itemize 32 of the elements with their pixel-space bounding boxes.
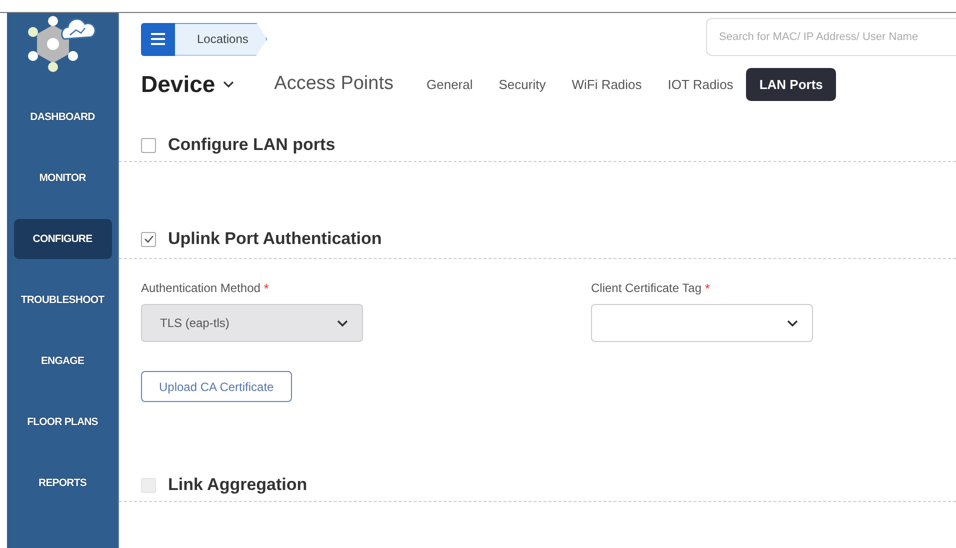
chevron-down-icon[interactable]	[223, 80, 234, 88]
search-field[interactable]: Search for MAC/ IP Address/ User Name	[706, 18, 956, 56]
sidebar-item[interactable]: FLOOR PLANS	[14, 402, 112, 442]
sidebar-item[interactable]: REPORTS	[14, 463, 112, 503]
tab[interactable]: Security	[486, 68, 559, 100]
section-title: Uplink Port Authentication	[168, 229, 382, 249]
sidebar-item[interactable]: TROUBLESHOOT	[14, 280, 112, 320]
checkbox[interactable]	[141, 232, 156, 246]
check-icon	[144, 235, 154, 243]
section-title: Link Aggregation	[168, 475, 308, 495]
upload-button[interactable]: Upload CA Certificate	[141, 371, 292, 402]
breadcrumb-item[interactable]: Locations	[175, 22, 268, 56]
section-title: Configure LAN ports	[168, 135, 336, 155]
page-title: Device	[141, 70, 216, 98]
sidebar-item[interactable]: MONITOR	[14, 158, 112, 198]
tab[interactable]: LAN Ports	[746, 68, 836, 100]
sidebar-item[interactable]: DASHBOARD	[14, 97, 112, 137]
menu-icon	[151, 33, 165, 45]
tab[interactable]: IOT Radios	[654, 68, 746, 100]
checkbox[interactable]	[141, 138, 156, 152]
page-subtitle: Access Points	[274, 73, 394, 95]
tab[interactable]: WiFi Radios	[558, 68, 655, 100]
chevron-down-icon	[787, 320, 798, 326]
chevron-down-icon	[337, 320, 348, 326]
required-mark: *	[264, 281, 269, 296]
tab[interactable]: General	[414, 68, 486, 100]
required-mark: *	[704, 281, 710, 296]
sidebar-item[interactable]: CONFIGURE	[14, 219, 112, 259]
sidebar-item[interactable]: ENGAGE	[14, 341, 112, 381]
field-label: Authentication Method	[141, 281, 260, 295]
field-label: Client Certificate Tag	[591, 281, 702, 295]
menu-button[interactable]	[141, 22, 175, 56]
